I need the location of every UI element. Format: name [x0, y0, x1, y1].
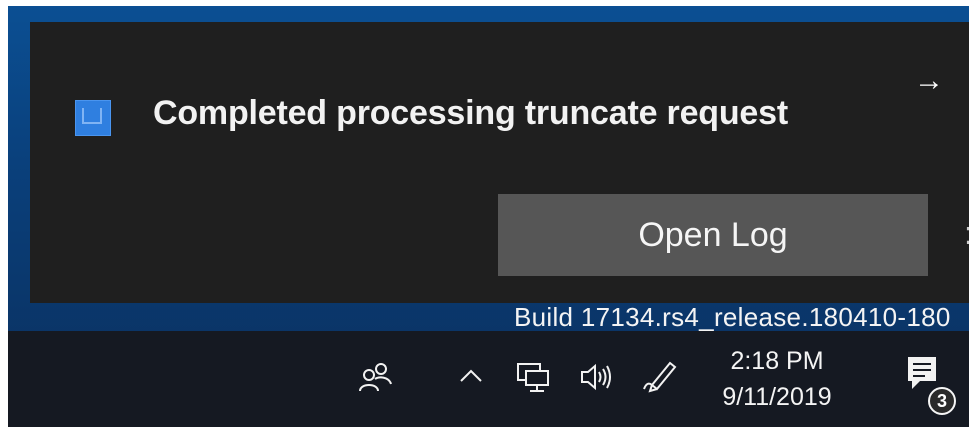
screen: Completed processing truncate request → … — [8, 6, 969, 427]
toast-title: Completed processing truncate request — [153, 94, 788, 132]
clock-time: 2:18 PM — [730, 347, 824, 375]
clock-date: 9/11/2019 — [722, 383, 832, 411]
volume-icon[interactable] — [578, 359, 614, 395]
build-watermark: Build 17134.rs4_release.180410-180 — [514, 302, 951, 332]
notification-count-badge: 3 — [928, 387, 956, 415]
toast-notification[interactable]: Completed processing truncate request → … — [30, 22, 969, 303]
app-window-icon — [75, 100, 111, 136]
network-icon[interactable] — [515, 359, 551, 395]
taskbar: 2:18 PM 9/11/2019 3 — [8, 331, 969, 427]
open-log-button[interactable]: Open Log — [498, 194, 928, 276]
arrow-right-icon[interactable]: → — [910, 62, 948, 100]
people-icon[interactable] — [355, 359, 395, 399]
partial-button-edge: : — [964, 217, 969, 249]
pen-icon[interactable] — [640, 355, 680, 395]
taskbar-clock[interactable]: 2:18 PM 9/11/2019 — [712, 343, 842, 415]
chevron-up-icon[interactable] — [458, 363, 484, 389]
